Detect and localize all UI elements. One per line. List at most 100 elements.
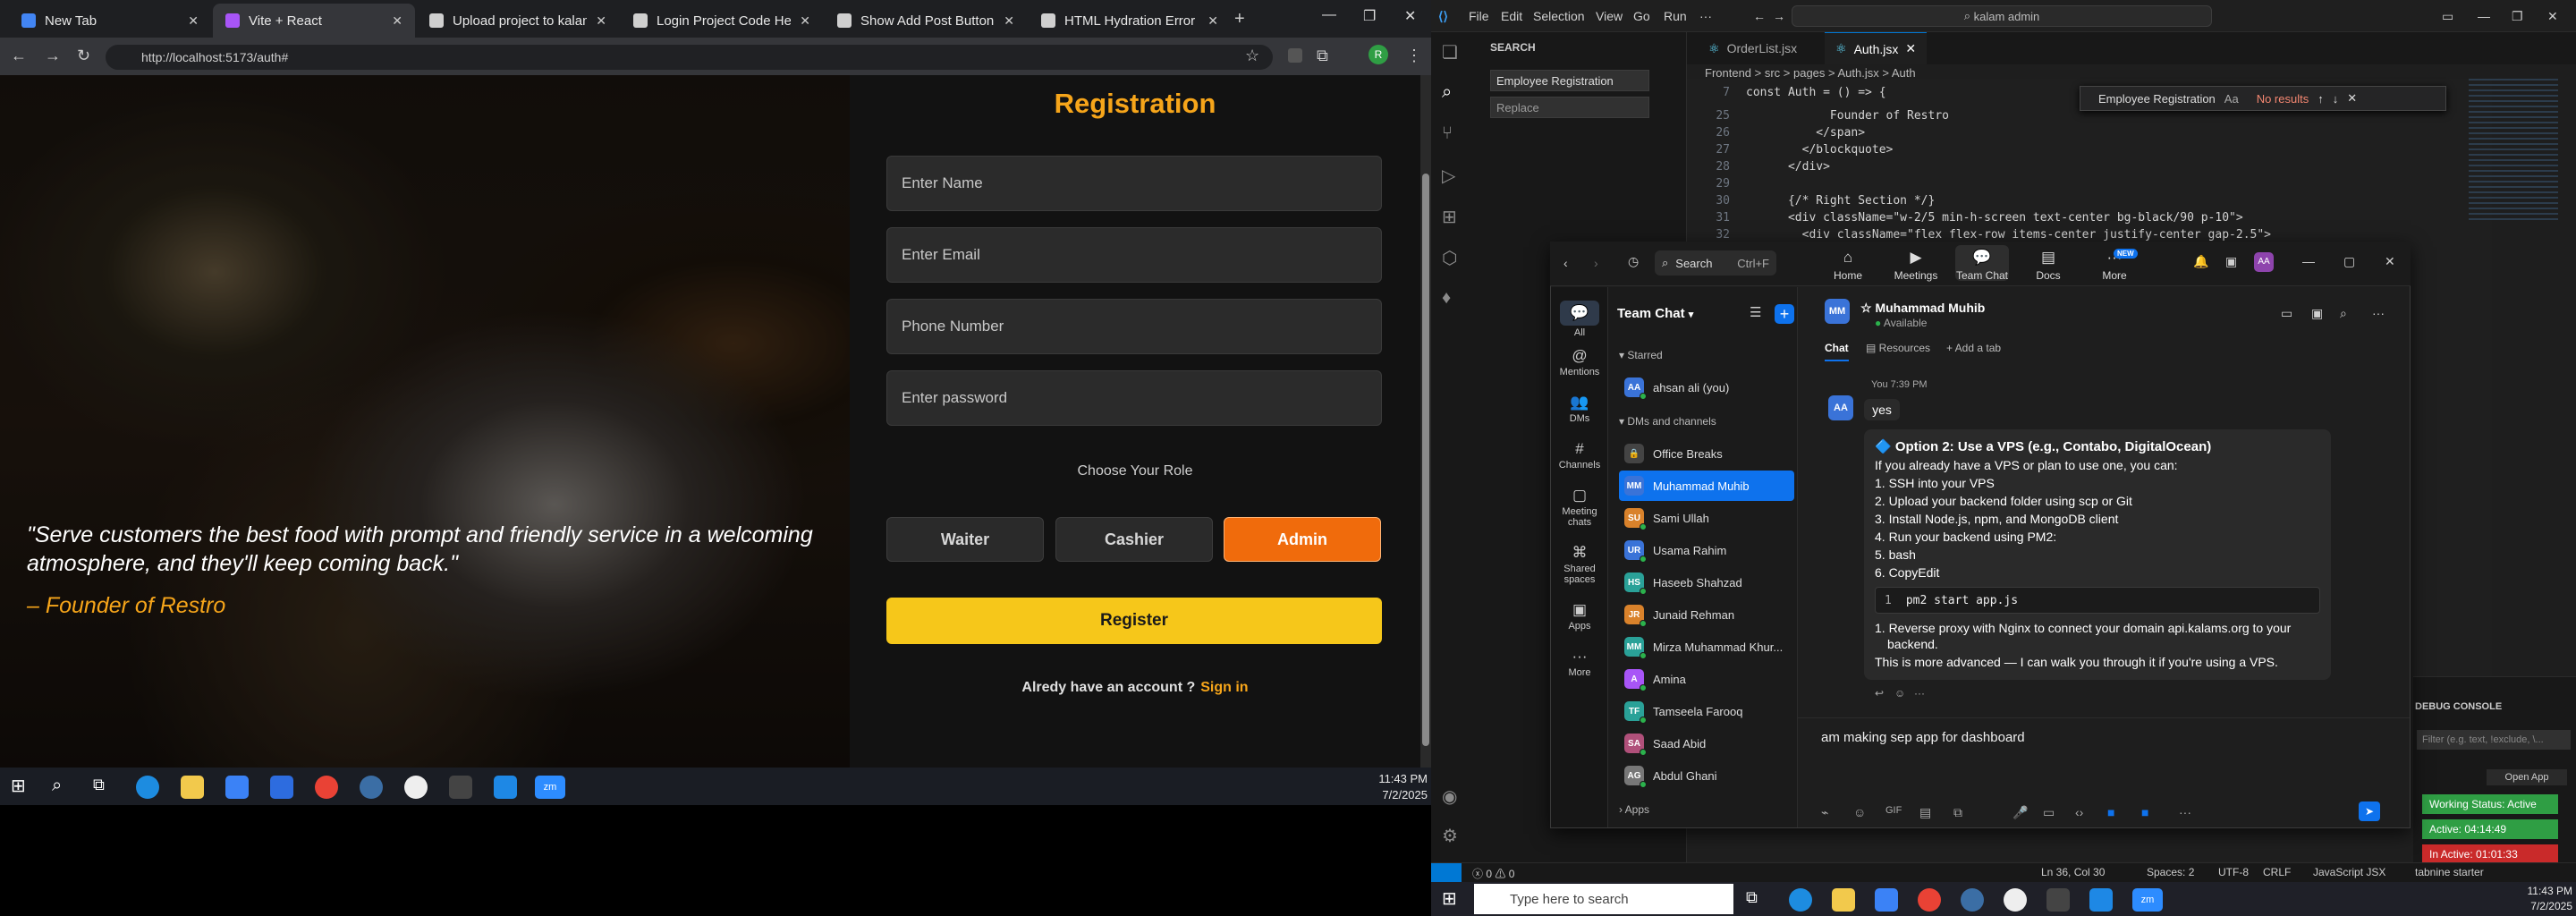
message-more-icon[interactable]: ··· [1914, 687, 1925, 700]
edge-icon[interactable] [1789, 888, 1812, 912]
indentation[interactable]: Spaces: 2 [2147, 866, 2194, 878]
windows-start-icon[interactable]: ⊞ [11, 775, 34, 798]
nav-forward-icon[interactable]: → [1773, 9, 1785, 23]
new-chat-button[interactable]: + [1775, 304, 1794, 324]
screenshot-icon[interactable]: ⧉ [1953, 805, 1962, 820]
code-line[interactable]: 31 <div className="w-2/5 min-h-screen te… [1687, 211, 2242, 228]
account-icon[interactable]: ◉ [1442, 785, 1462, 807]
register-button[interactable]: Register [886, 598, 1382, 644]
minimize-icon[interactable]: — [2478, 9, 2490, 23]
nav-back-icon[interactable]: ← [1753, 9, 1766, 23]
tab-orderlist[interactable]: ⚛ OrderList.jsx [1698, 32, 1808, 64]
edge-icon[interactable] [136, 776, 159, 799]
more-tools-icon[interactable]: ··· [2179, 805, 2191, 819]
menu-selection[interactable]: Selection [1533, 9, 1585, 23]
menu-run[interactable]: Run [1664, 9, 1687, 23]
resources-tab[interactable]: ▤ Resources [1866, 342, 1930, 354]
emoji-icon[interactable]: ☺ [1853, 805, 1866, 819]
close-tab-icon[interactable]: ✕ [392, 13, 402, 29]
settings-gear-icon[interactable]: ⚙ [1442, 825, 1462, 846]
app-icon[interactable] [404, 776, 428, 799]
browser-tab[interactable]: Vite + React ✕ [213, 4, 415, 38]
chrome-menu-icon[interactable]: ⋮ [1406, 47, 1422, 65]
email-input[interactable]: Enter Email [886, 227, 1382, 283]
menu-go[interactable]: Go [1633, 9, 1650, 23]
section-dms[interactable]: ▾ DMs and channels [1619, 415, 1716, 428]
list-item[interactable]: AA ahsan ali (you) [1619, 372, 1794, 403]
add-tab-button[interactable]: + Add a tab [1946, 342, 2001, 354]
zoom-search[interactable]: ⌕ Search Ctrl+F [1655, 250, 1776, 276]
zoom-taskbar-icon[interactable]: zm [2132, 888, 2163, 912]
search-icon[interactable]: ⌕ [2340, 306, 2347, 321]
role-waiter-button[interactable]: Waiter [886, 517, 1044, 562]
history-icon[interactable]: ◷ [1628, 254, 1639, 269]
list-item[interactable]: TF Tamseela Farooq [1619, 696, 1794, 726]
close-icon[interactable]: ✕ [1404, 7, 1416, 25]
vscode-icon[interactable] [2089, 888, 2113, 912]
source-control-icon[interactable]: ⑂ [1442, 123, 1462, 143]
maximize-icon[interactable]: ▢ [2343, 254, 2355, 269]
file-icon[interactable]: ▤ [1919, 805, 1931, 820]
find-widget[interactable]: Employee Registration Aa No results ↑ ↓ ✕ [2080, 86, 2446, 111]
file-explorer-icon[interactable] [181, 776, 204, 799]
debug-filter-input[interactable]: Filter (e.g. text, !exclude, \... [2417, 730, 2571, 750]
find-close-icon[interactable]: ✕ [2347, 91, 2357, 106]
zoom-nav-meetings[interactable]: ▶ Meetings [1889, 249, 1943, 282]
filter-icon[interactable]: ☰ [1750, 304, 1761, 320]
browser-tab[interactable]: New Tab ✕ [9, 4, 211, 38]
run-debug-icon[interactable]: ▷ [1442, 165, 1462, 186]
code-line[interactable]: 7 const Auth = () => { [1687, 86, 1885, 103]
mongodb-icon[interactable]: ♦ [1442, 288, 1462, 308]
tabnine-status[interactable]: tabnine starter [2415, 866, 2484, 878]
replace-input[interactable]: Replace [1490, 97, 1649, 118]
app-icon[interactable] [2004, 888, 2027, 912]
side-all[interactable]: 💬 All [1551, 301, 1608, 338]
mic-icon[interactable]: 🎤 [2012, 805, 2028, 820]
side-apps[interactable]: ▣ Apps [1551, 601, 1608, 632]
list-item[interactable]: SU Sami Ullah [1619, 503, 1794, 533]
close-tab-icon[interactable]: ✕ [596, 13, 606, 29]
profile-avatar[interactable]: R [1368, 45, 1388, 64]
close-tab-icon[interactable]: ✕ [1208, 13, 1218, 29]
list-item[interactable]: MM Muhammad Muhib [1619, 471, 1794, 501]
chat-contact-name[interactable]: ☆ Muhammad Muhib [1860, 301, 1985, 316]
reload-icon[interactable]: ↻ [77, 47, 90, 65]
minimize-icon[interactable]: — [2302, 254, 2315, 268]
code-line[interactable]: 27 </blockquote> [1687, 143, 1893, 160]
scrollbar-thumb[interactable] [1422, 174, 1429, 746]
match-case-icon[interactable]: Aa [2224, 92, 2239, 106]
address-bar[interactable]: http://localhost:5173/auth# [106, 45, 1273, 70]
task-view-icon[interactable]: ⧉ [1746, 888, 1769, 912]
list-item[interactable]: MM Mirza Muhammad Khur... [1619, 632, 1794, 662]
store-icon[interactable] [225, 776, 249, 799]
name-input[interactable]: Enter Name [886, 156, 1382, 211]
code-line[interactable]: 30 {/* Right Section */} [1687, 194, 1935, 211]
command-center-search[interactable]: ⌕ kalam admin [1792, 5, 2212, 27]
new-tab-button[interactable]: + [1234, 9, 1245, 30]
app-icon[interactable] [360, 776, 383, 799]
language-mode[interactable]: JavaScript JSX [2313, 866, 2385, 878]
close-icon[interactable]: ✕ [2385, 254, 2395, 269]
app-icon[interactable] [1961, 888, 1984, 912]
zoom-nav-team-chat[interactable]: 💬 Team Chat [1955, 245, 2009, 282]
windows-start-icon[interactable]: ⊞ [1442, 887, 1465, 911]
code-snippet[interactable]: 1 pm2 start app.js [1875, 587, 2320, 614]
layout-icon[interactable]: ▭ [2442, 9, 2453, 24]
side-channels[interactable]: # Channels [1551, 440, 1608, 471]
find-input[interactable]: Employee Registration [2098, 92, 2216, 106]
video-call-icon[interactable]: ▭ [2281, 306, 2292, 321]
close-tab-icon[interactable]: ✕ [188, 13, 199, 29]
terminal-icon[interactable] [2046, 888, 2070, 912]
extensions-icon[interactable]: ⊞ [1442, 206, 1462, 227]
search-icon[interactable]: ⌕ [1442, 82, 1462, 102]
signin-link[interactable]: Sign in [1200, 680, 1248, 695]
close-tab-icon[interactable]: ✕ [1905, 41, 1916, 56]
page-scrollbar[interactable] [1420, 75, 1431, 768]
section-starred[interactable]: ▾ Starred [1619, 349, 1663, 361]
video-message-icon[interactable]: ▭ [2043, 805, 2055, 820]
list-item[interactable]: AG Abdul Ghani [1619, 760, 1794, 791]
gif-icon[interactable]: GIF [1885, 805, 1902, 816]
app-integration-icon[interactable]: ■ [2141, 805, 2148, 819]
side-mentions[interactable]: @ Mentions [1551, 347, 1608, 377]
zoom-taskbar-icon[interactable]: zm [535, 776, 565, 799]
